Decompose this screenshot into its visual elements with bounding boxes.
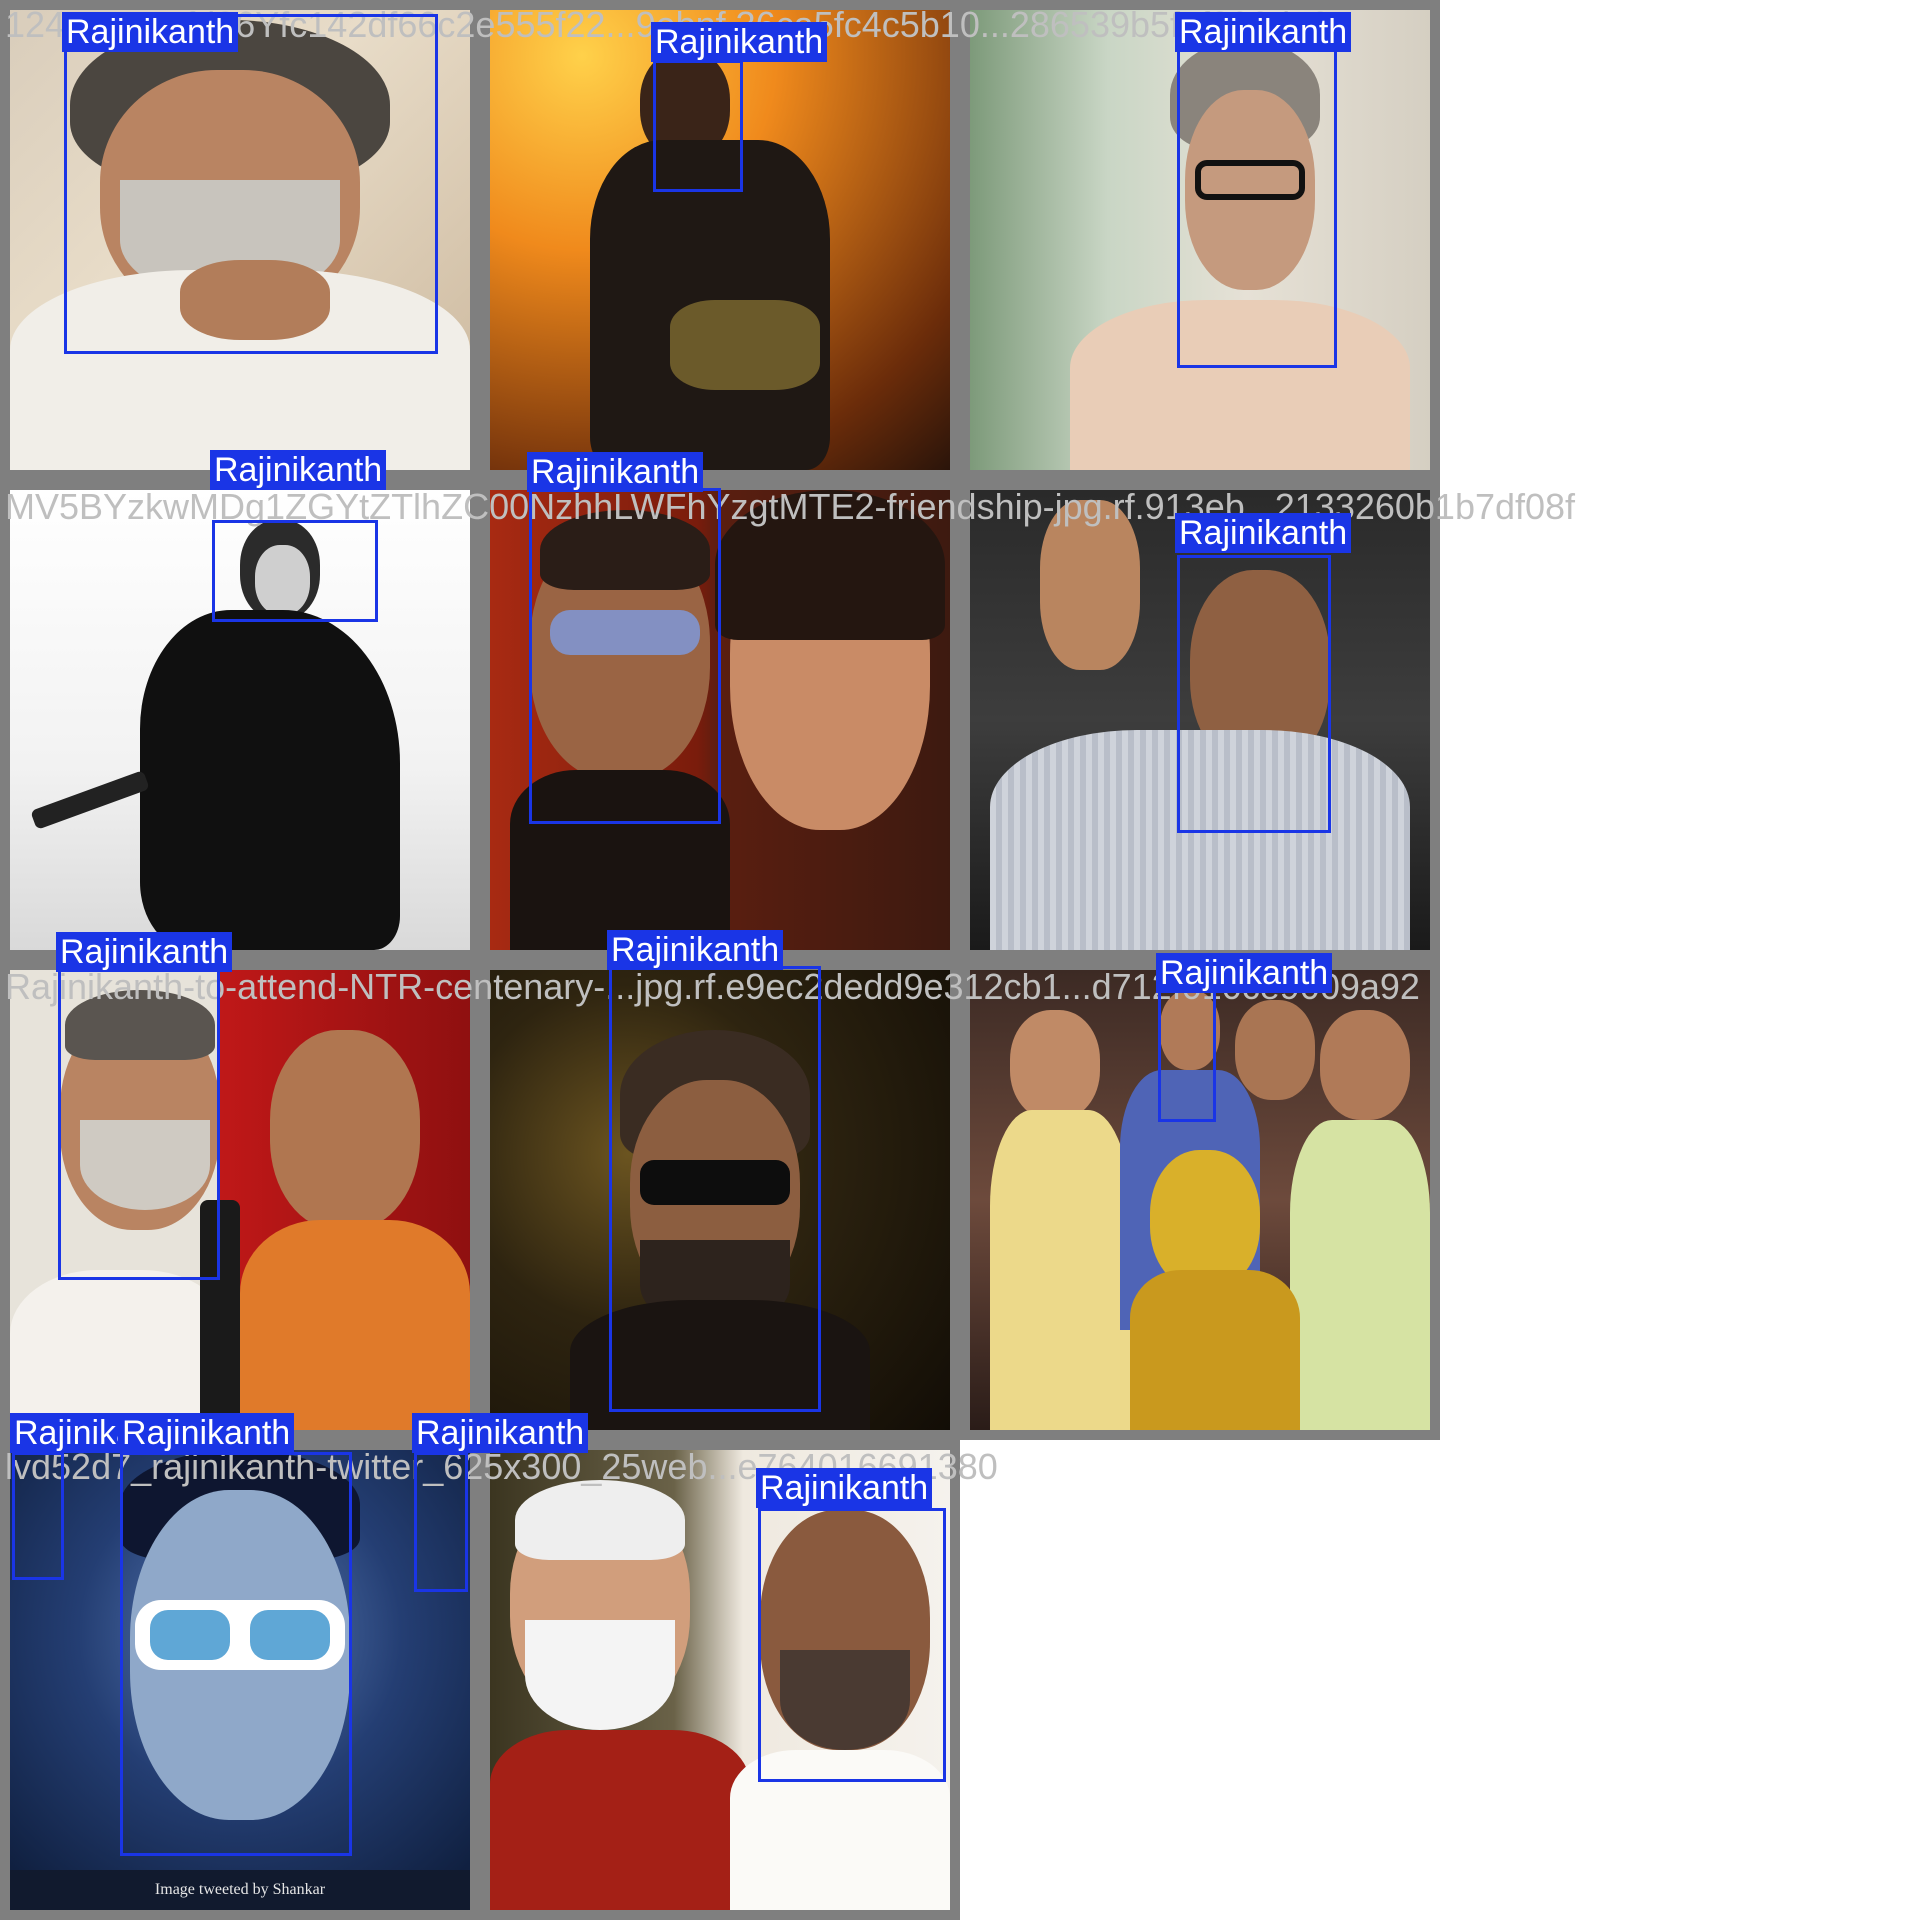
tile-10-footer: Image tweeted by Shankar (154, 1881, 326, 1898)
detection-label: Rajinikanth (62, 12, 239, 52)
detection-box (212, 520, 378, 622)
detection-label: Rajinikanth (118, 1413, 295, 1453)
detection-box (120, 1452, 352, 1856)
detection-box (1177, 555, 1331, 833)
detection-label: Rajinikanth (56, 932, 233, 972)
detection-label: Rajinikanth (756, 1468, 933, 1508)
detection-box (64, 14, 438, 354)
detection-label: Rajinikanth (412, 1413, 589, 1453)
detection-label: Rajinikanth (1175, 513, 1352, 553)
detection-box (12, 1452, 64, 1580)
detection-box (1158, 990, 1216, 1122)
detection-box (414, 1452, 468, 1592)
detection-label: Rajinikanth (607, 930, 784, 970)
detection-label: Rajinikanth (527, 452, 704, 492)
detection-box (653, 60, 743, 192)
detection-label: Rajinikanth (651, 22, 828, 62)
detection-label: Rajinikanth (1175, 12, 1352, 52)
detection-box (58, 968, 220, 1280)
detection-box (1177, 48, 1337, 368)
detection-mosaic: Image tweeted by Shankar 124_____5fd36Yf… (0, 0, 1920, 1920)
detection-box (529, 488, 721, 824)
detection-label: Rajinikanth (1156, 953, 1333, 993)
detection-label: Rajinikanth (210, 450, 387, 490)
detection-box (758, 1508, 946, 1782)
detection-box (609, 966, 821, 1412)
